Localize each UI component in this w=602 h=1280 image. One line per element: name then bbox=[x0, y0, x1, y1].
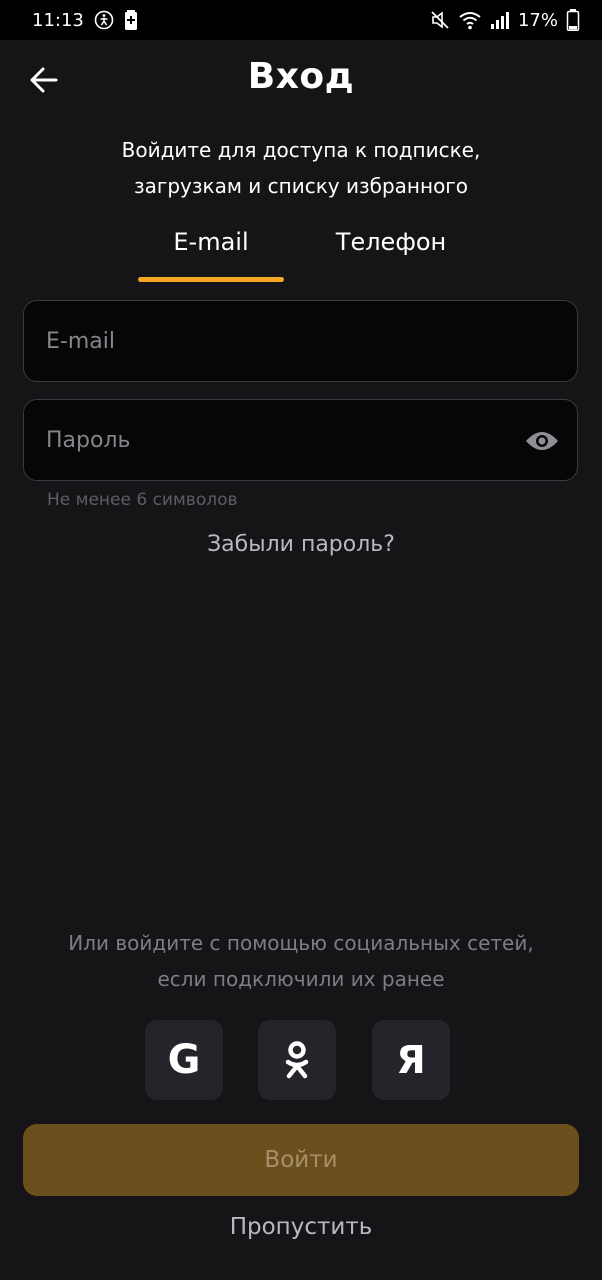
yandex-login-button[interactable]: Я bbox=[372, 1020, 450, 1100]
yandex-icon: Я bbox=[396, 1038, 426, 1082]
google-login-button[interactable]: G bbox=[145, 1020, 223, 1100]
login-screen: 11:13 17% Вход Войдите для доступа к под… bbox=[0, 0, 602, 1280]
social-text-line: Или войдите с помощью социальных сетей, bbox=[68, 931, 534, 955]
status-bar: 11:13 17% bbox=[0, 0, 602, 40]
page-title: Вход bbox=[247, 56, 355, 97]
social-login-text: Или войдите с помощью социальных сетей, … bbox=[40, 925, 562, 997]
wifi-icon bbox=[458, 10, 482, 30]
forgot-password-link[interactable]: Забыли пароль? bbox=[0, 532, 602, 557]
show-password-button[interactable] bbox=[523, 422, 561, 460]
odnoklassniki-login-button[interactable] bbox=[258, 1020, 336, 1100]
subtitle-line: загрузкам и списку избранного bbox=[133, 174, 469, 198]
tab-phone[interactable]: Телефон bbox=[318, 228, 464, 284]
status-time: 11:13 bbox=[32, 9, 84, 31]
password-field-container bbox=[23, 399, 578, 481]
battery-saver-icon bbox=[124, 10, 138, 30]
login-button[interactable]: Войти bbox=[23, 1124, 579, 1196]
google-icon: G bbox=[167, 1037, 201, 1083]
social-text-line: если подключили их ранее bbox=[157, 967, 445, 991]
mute-icon bbox=[430, 10, 450, 30]
email-field-container bbox=[23, 300, 578, 382]
active-tab-indicator bbox=[138, 277, 284, 282]
subtitle: Войдите для доступа к подписке, загрузка… bbox=[40, 132, 562, 204]
odnoklassniki-icon bbox=[285, 1041, 309, 1079]
battery-icon bbox=[566, 9, 580, 31]
tab-email[interactable]: E-mail bbox=[138, 228, 284, 284]
accessibility-icon bbox=[94, 10, 114, 30]
password-input[interactable] bbox=[46, 400, 526, 480]
password-hint: Не менее 6 символов bbox=[47, 490, 238, 510]
email-input[interactable] bbox=[46, 301, 526, 381]
subtitle-line: Войдите для доступа к подписке, bbox=[121, 138, 481, 162]
eye-icon bbox=[526, 432, 558, 450]
signal-icon bbox=[490, 10, 510, 30]
skip-link[interactable]: Пропустить bbox=[0, 1214, 602, 1240]
battery-percent: 17% bbox=[517, 9, 558, 31]
